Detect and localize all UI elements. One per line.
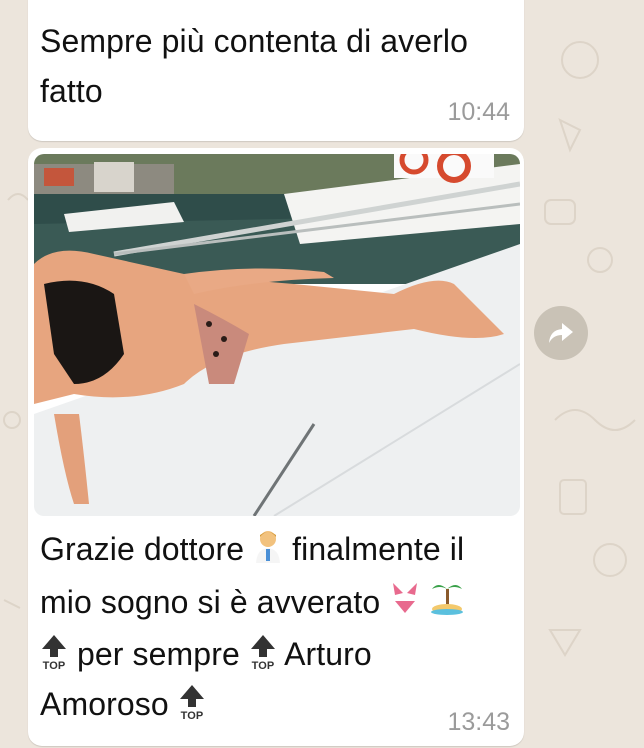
message-time: 10:44 — [447, 98, 510, 126]
message-photo[interactable] — [34, 154, 520, 516]
message-bubble[interactable]: Sempre più contenta di averlo fatto 10:4… — [28, 0, 524, 141]
forward-arrow-icon — [549, 323, 573, 343]
photo-caption: Grazie dottore finalmente il mio sogno s… — [40, 524, 520, 729]
photo-message-bubble[interactable]: Grazie dottore finalmente il mio sogno s… — [28, 148, 524, 746]
svg-text:TOP: TOP — [43, 660, 66, 671]
top-arrow-emoji: TOP — [249, 633, 277, 672]
svg-text:TOP: TOP — [251, 660, 274, 671]
message-text: Sempre più contenta di averlo fatto — [40, 23, 469, 109]
photo-image — [34, 154, 520, 516]
top-arrow-emoji: TOP — [178, 683, 206, 722]
doctor-emoji — [253, 527, 283, 577]
top-arrow-emoji: TOP — [40, 633, 68, 672]
forward-button[interactable] — [534, 306, 588, 360]
bikini-emoji — [389, 579, 421, 629]
palm-island-emoji — [430, 579, 464, 629]
message-time: 13:43 — [447, 708, 510, 736]
svg-text:TOP: TOP — [180, 710, 203, 721]
